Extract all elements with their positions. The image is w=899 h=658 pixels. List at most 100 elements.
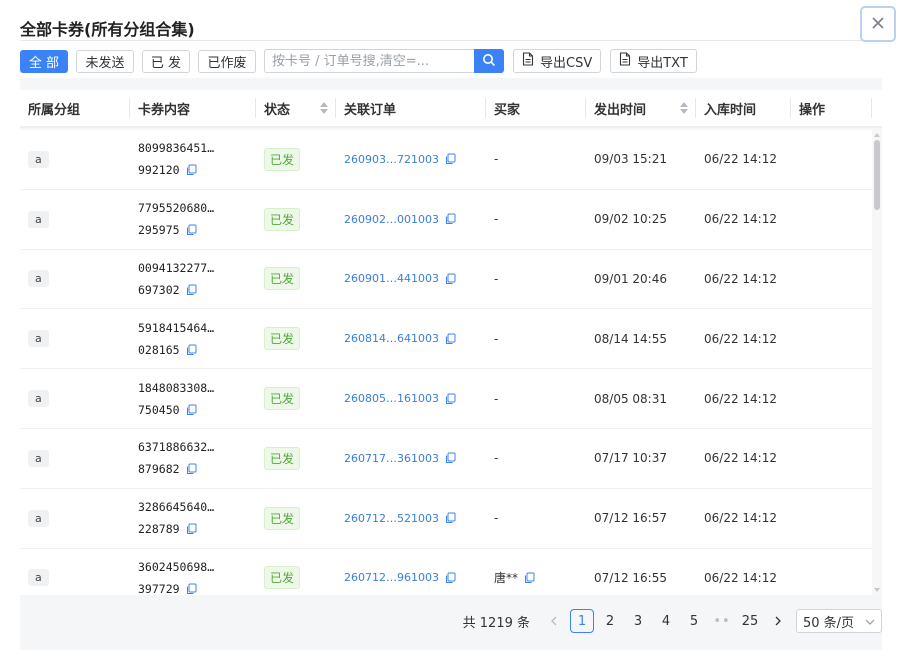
- group-tag: a: [28, 210, 49, 228]
- order-link[interactable]: 260717…361003: [344, 452, 456, 465]
- card-table: 所属分组 卡券内容 状态 关联订单 买家 发出时间 入库时间 操作 a 80998…: [20, 78, 882, 650]
- status-badge: 已发: [264, 446, 301, 470]
- order-link[interactable]: 260814…641003: [344, 332, 456, 345]
- copy-icon[interactable]: [445, 512, 456, 524]
- buyer: -: [494, 331, 499, 346]
- column-header-group: 所属分组: [20, 89, 130, 127]
- copy-icon[interactable]: [186, 284, 197, 296]
- copy-icon[interactable]: [445, 393, 456, 405]
- card-content: 3286645640… 228789: [138, 500, 215, 537]
- copy-icon[interactable]: [445, 572, 456, 584]
- scrollbar[interactable]: [872, 130, 882, 595]
- actions-cell: [791, 309, 872, 368]
- table-row: a 3602450698… 397729 已发 260712…961003 唐** 07/1…: [20, 548, 872, 595]
- order-link[interactable]: 260902…001003: [344, 213, 456, 226]
- filter-voided-button[interactable]: 已作废: [198, 49, 256, 73]
- filter-unsent-button[interactable]: 未发送: [76, 49, 134, 73]
- copy-icon[interactable]: [445, 153, 456, 165]
- total-count: 共 1219 条: [462, 615, 530, 631]
- next-page-button[interactable]: [766, 609, 790, 633]
- dialog-title: 全部卡券(所有分组合集): [20, 20, 195, 39]
- table-header: 所属分组 卡券内容 状态 关联订单 买家 发出时间 入库时间 操作: [20, 90, 882, 128]
- chevron-down-icon: [865, 614, 875, 629]
- copy-icon[interactable]: [186, 463, 197, 475]
- order-link[interactable]: 260712…961003: [344, 571, 456, 584]
- copy-icon[interactable]: [186, 583, 197, 595]
- buyer: -: [494, 511, 499, 526]
- status-badge: 已发: [264, 506, 301, 530]
- table-row: a 3286645640… 228789 已发 260712…521003 - 07/12 …: [20, 488, 872, 549]
- export-csv-button[interactable]: 导出CSV: [513, 49, 602, 73]
- stock-time: 06/22 14:12: [704, 511, 777, 526]
- filter-sent-button[interactable]: 已 发: [142, 49, 190, 73]
- page-ellipsis[interactable]: ••: [710, 609, 734, 633]
- page-last[interactable]: 25: [738, 609, 762, 633]
- sort-icon[interactable]: [680, 102, 688, 114]
- column-header-status[interactable]: 状态: [256, 89, 336, 127]
- group-tag: a: [28, 330, 49, 348]
- copy-icon[interactable]: [186, 344, 197, 356]
- filter-all-button[interactable]: 全 部: [20, 49, 68, 73]
- status-badge: 已发: [264, 387, 301, 411]
- prev-page-button[interactable]: [542, 609, 566, 633]
- copy-icon[interactable]: [186, 523, 197, 535]
- group-tag: a: [28, 270, 49, 288]
- sent-time: 08/05 08:31: [594, 391, 667, 406]
- buyer: -: [494, 391, 499, 406]
- status-badge: 已发: [264, 147, 301, 171]
- order-link[interactable]: 260712…521003: [344, 512, 456, 525]
- sort-icon[interactable]: [320, 102, 328, 114]
- copy-icon[interactable]: [186, 164, 197, 176]
- table-row: a 0094132277… 697302 已发 260901…441003 - 09/01 …: [20, 249, 872, 310]
- page-5[interactable]: 5: [682, 609, 706, 633]
- table-row: a 7795520680… 295975 已发 260902…001003 - 09/02 …: [20, 189, 872, 250]
- actions-cell: [791, 250, 872, 309]
- copy-icon[interactable]: [445, 273, 456, 285]
- export-csv-label: 导出CSV: [540, 55, 593, 71]
- order-link[interactable]: 260805…161003: [344, 392, 456, 405]
- status-badge: 已发: [264, 566, 301, 590]
- column-header-buyer: 买家: [486, 89, 586, 127]
- close-icon: [870, 12, 886, 36]
- card-content: 0094132277… 697302: [138, 260, 215, 297]
- group-tag: a: [28, 390, 49, 408]
- column-header-sent-time[interactable]: 发出时间: [586, 89, 696, 127]
- stock-time: 06/22 14:12: [704, 331, 777, 346]
- copy-icon[interactable]: [186, 224, 197, 236]
- page-size-label: 50 条/页: [803, 615, 855, 631]
- page-3[interactable]: 3: [626, 609, 650, 633]
- order-link[interactable]: 260903…721003: [344, 153, 456, 166]
- column-header-order: 关联订单: [336, 89, 486, 127]
- title-divider: [20, 40, 880, 41]
- search-box: [264, 49, 504, 73]
- copy-icon[interactable]: [445, 213, 456, 225]
- sent-time: 07/12 16:55: [594, 570, 667, 585]
- sent-time: 07/17 10:37: [594, 451, 667, 466]
- card-content: 6371886632… 879682: [138, 440, 215, 477]
- column-header-actions: 操作: [791, 89, 872, 127]
- group-tag: a: [28, 150, 49, 168]
- copy-icon[interactable]: [186, 404, 197, 416]
- page-4[interactable]: 4: [654, 609, 678, 633]
- copy-icon[interactable]: [445, 333, 456, 345]
- page-2[interactable]: 2: [598, 609, 622, 633]
- card-content: 7795520680… 295975: [138, 201, 215, 238]
- scrollbar-thumb[interactable]: [874, 140, 880, 210]
- page-1[interactable]: 1: [570, 609, 594, 633]
- buyer: -: [494, 212, 499, 227]
- page-size-select[interactable]: 50 条/页: [796, 609, 882, 633]
- search-button[interactable]: [474, 49, 504, 73]
- copy-icon[interactable]: [524, 572, 535, 584]
- stock-time: 06/22 14:12: [704, 391, 777, 406]
- search-input[interactable]: [264, 49, 474, 73]
- copy-icon[interactable]: [445, 452, 456, 464]
- order-link[interactable]: 260901…441003: [344, 272, 456, 285]
- card-content: 5918415464… 028165: [138, 320, 215, 357]
- buyer: 唐**: [494, 569, 535, 586]
- close-button[interactable]: [860, 6, 896, 42]
- stock-time: 06/22 14:12: [704, 451, 777, 466]
- sent-time: 07/12 16:57: [594, 511, 667, 526]
- export-txt-button[interactable]: 导出TXT: [610, 49, 697, 73]
- table-row: a 5918415464… 028165 已发 260814…641003 - 08/14 …: [20, 309, 872, 370]
- table-body: a 8099836451… 992120 已发 260903…721003 - 09/03 …: [20, 130, 872, 595]
